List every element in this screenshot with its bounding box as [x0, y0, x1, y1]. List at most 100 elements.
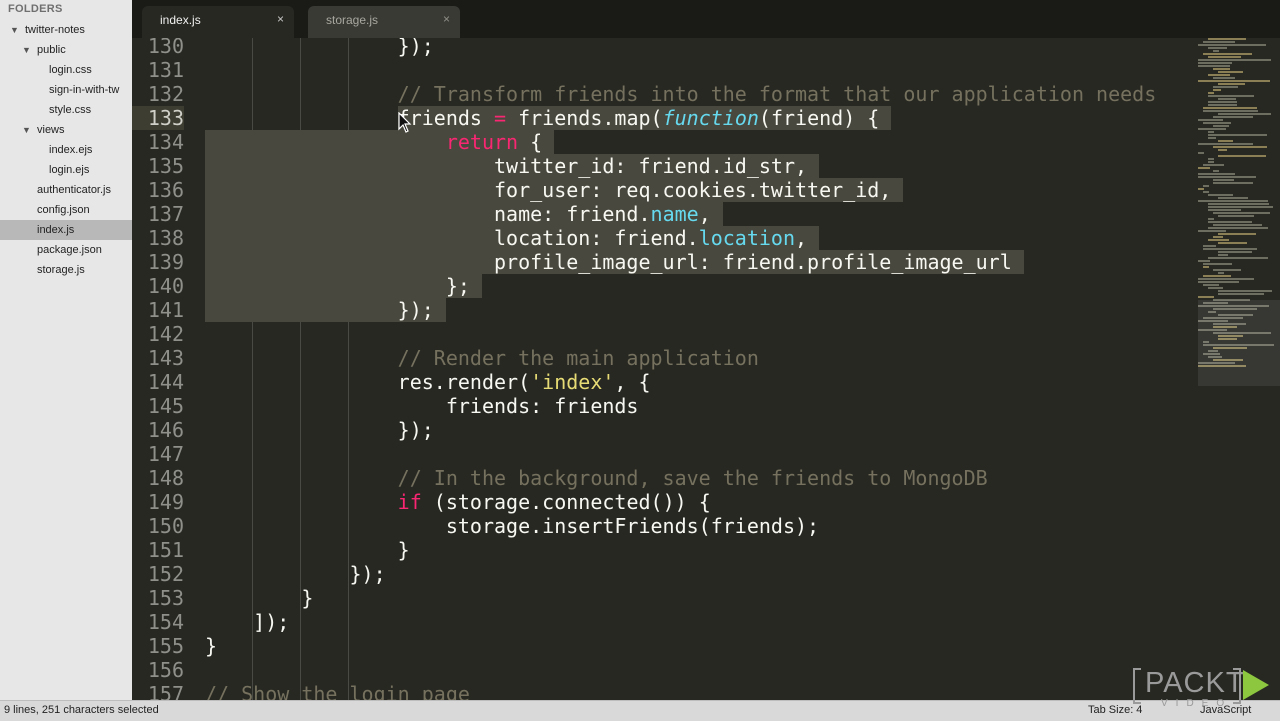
- line-number: 132: [147, 82, 184, 106]
- minimap-viewport[interactable]: [1198, 300, 1280, 386]
- code-line: twitter_id: friend.id_str,: [205, 154, 808, 178]
- minimap-line: [1203, 41, 1235, 43]
- mouse-cursor-icon: [398, 112, 412, 133]
- disclosure-triangle-icon[interactable]: ▼: [22, 120, 31, 140]
- tab-storage-js[interactable]: storage.js ×: [308, 6, 460, 38]
- minimap-line: [1203, 122, 1231, 124]
- tab-bar: index.js × storage.js ×: [132, 0, 1280, 38]
- logo-subtext: VIDEO: [1161, 698, 1233, 709]
- file-item[interactable]: index.js: [0, 220, 132, 240]
- minimap-line: [1213, 236, 1223, 238]
- minimap-line: [1213, 269, 1241, 271]
- minimap-line: [1208, 134, 1267, 136]
- minimap-line: [1198, 200, 1268, 202]
- minimap-line: [1213, 170, 1219, 172]
- minimap-line: [1208, 221, 1252, 223]
- file-item[interactable]: config.json: [0, 200, 132, 220]
- code-line: });: [205, 418, 434, 442]
- line-number: 139: [147, 250, 184, 274]
- tree-item-label: authenticator.js: [37, 184, 111, 196]
- minimap-line: [1213, 116, 1253, 118]
- line-number: 154: [147, 610, 184, 634]
- file-item[interactable]: style.css: [0, 100, 132, 120]
- bracket-right: [1233, 668, 1241, 704]
- file-item[interactable]: authenticator.js: [0, 180, 132, 200]
- minimap-line: [1203, 185, 1209, 187]
- minimap-line: [1218, 215, 1254, 217]
- minimap-line: [1203, 284, 1219, 286]
- minimap-line: [1208, 287, 1223, 289]
- minimap-line: [1203, 164, 1224, 166]
- line-number: 131: [147, 58, 184, 82]
- minimap-line: [1213, 224, 1262, 226]
- code-line: }: [205, 538, 410, 562]
- code-line: }: [205, 634, 218, 658]
- minimap-line: [1218, 149, 1227, 151]
- tree-item-label: public: [37, 44, 66, 56]
- minimap-line: [1208, 257, 1268, 259]
- line-number: 152: [147, 562, 184, 586]
- minimap-line: [1203, 248, 1257, 250]
- code-line: ]);: [205, 610, 290, 634]
- folder-item[interactable]: ▼ views: [0, 120, 132, 140]
- line-number: 155: [147, 634, 184, 658]
- sidebar: FOLDERS ▼ twitter-notes ▼ public login.css si…: [0, 0, 133, 700]
- minimap-line: [1218, 71, 1243, 73]
- minimap-line: [1208, 218, 1214, 220]
- code-line: });: [205, 298, 434, 322]
- line-number: 149: [147, 490, 184, 514]
- code-line: }: [205, 586, 314, 610]
- line-number: 137: [147, 202, 184, 226]
- minimap-line: [1203, 53, 1252, 55]
- minimap[interactable]: [1196, 38, 1280, 700]
- file-item[interactable]: index.ejs: [0, 140, 132, 160]
- folder-item[interactable]: ▼ twitter-notes: [0, 20, 132, 40]
- code-line: // In the background, save the friends t…: [397, 466, 988, 490]
- line-number: 143: [147, 346, 184, 370]
- disclosure-triangle-icon[interactable]: ▼: [22, 40, 31, 60]
- line-number: 156: [147, 658, 184, 682]
- code-line: });: [205, 562, 386, 586]
- code-line: name: friend.name,: [205, 202, 711, 226]
- close-icon[interactable]: ×: [443, 12, 450, 26]
- close-icon[interactable]: ×: [277, 12, 284, 26]
- minimap-line: [1213, 212, 1270, 214]
- minimap-line: [1208, 101, 1237, 103]
- code-line: // Transform friends into the format tha…: [397, 82, 1157, 106]
- folder-item[interactable]: ▼ public: [0, 40, 132, 60]
- file-item[interactable]: sign-in-with-tw: [0, 80, 132, 100]
- minimap-line: [1208, 239, 1229, 241]
- file-item[interactable]: login.ejs: [0, 160, 132, 180]
- code-line: // Render the main application: [397, 346, 759, 370]
- code-line: for_user: req.cookies.twitter_id,: [205, 178, 892, 202]
- file-item[interactable]: storage.js: [0, 260, 132, 280]
- minimap-line: [1213, 125, 1229, 127]
- tree-item-label: sign-in-with-tw: [49, 84, 120, 96]
- minimap-line: [1208, 158, 1214, 160]
- line-number: 136: [147, 178, 184, 202]
- line-number: 153: [147, 586, 184, 610]
- tab-size-selector[interactable]: Tab Size: 4: [1088, 704, 1142, 716]
- file-item[interactable]: package.json: [0, 240, 132, 260]
- code-line: return {: [445, 130, 543, 154]
- minimap-line: [1218, 233, 1256, 235]
- tab-index-js[interactable]: index.js ×: [142, 6, 294, 38]
- line-number: 138: [147, 226, 184, 250]
- line-number: 150: [147, 514, 184, 538]
- code-line: friends = friends.map(function(friend) {: [205, 106, 880, 130]
- tree-item-label: package.json: [37, 244, 102, 256]
- minimap-line: [1203, 110, 1258, 112]
- file-item[interactable]: login.css: [0, 60, 132, 80]
- code-editor[interactable]: 130 }); 131 132 // Transform friends into …: [132, 38, 1196, 700]
- minimap-line: [1213, 182, 1253, 184]
- minimap-line: [1218, 242, 1247, 244]
- minimap-line: [1198, 143, 1253, 145]
- line-number: 145: [147, 394, 184, 418]
- disclosure-triangle-icon[interactable]: ▼: [10, 20, 19, 40]
- minimap-line: [1208, 92, 1214, 94]
- tree-item-label: storage.js: [37, 264, 85, 276]
- sidebar-header: FOLDERS: [8, 3, 63, 15]
- line-number: 141: [147, 298, 184, 322]
- minimap-line: [1208, 203, 1269, 205]
- minimap-line: [1213, 179, 1234, 181]
